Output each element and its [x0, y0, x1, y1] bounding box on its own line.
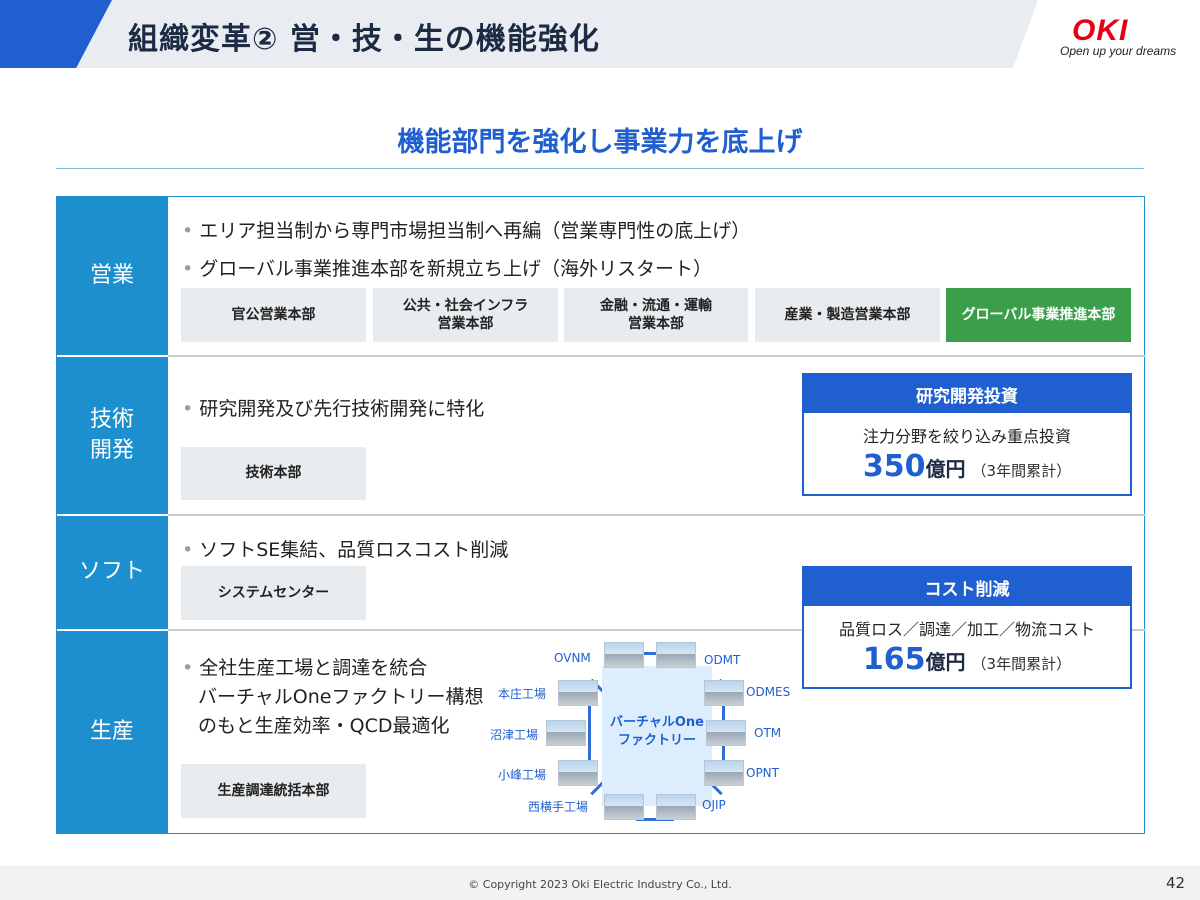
site-label: 沼津工場 [490, 728, 539, 742]
rnd-amount-value: 350 [862, 449, 926, 484]
sales-bullet: • エリア担当制から専門市場担当制へ再編（営業専門性の底上げ） [182, 220, 751, 242]
row-label-soft: ソフト [56, 516, 168, 629]
dept-system-center: システムセンター [181, 566, 366, 620]
cost-amount-note: （3年間累計） [971, 655, 1072, 673]
subtitle-divider [56, 168, 1144, 169]
slide-subtitle: 機能部門を強化し事業力を底上げ [397, 127, 803, 158]
page-title: 組織変革② 営・技・生の機能強化 [128, 22, 600, 57]
factory-photo [706, 720, 746, 746]
factory-photo [558, 760, 598, 786]
sales-bullet: • グローバル事業推進本部を新規立ち上げ（海外リスタート） [182, 258, 713, 280]
dept-technology: 技術本部 [181, 447, 366, 500]
virtual-factory-label: バーチャルOne ファクトリー [610, 715, 704, 748]
factory-photo [656, 794, 696, 820]
row-label-sales: 営業 [56, 197, 168, 355]
factory-photo [704, 760, 744, 786]
rnd-amount-note: （3年間累計） [971, 462, 1072, 480]
dept-production-procurement: 生産調達統括本部 [181, 764, 366, 818]
production-bullet: • 全社生産工場と調達を統合 バーチャルOneファクトリー構想 のもと生産効率・Q… [182, 657, 484, 737]
site-label: ODMT [704, 653, 741, 667]
row-label-production: 生産 [56, 631, 168, 833]
dept-government-sales: 官公営業本部 [181, 288, 366, 342]
rnd-bullet: • 研究開発及び先行技術開発に特化 [182, 398, 485, 420]
copyright-text: © Copyright 2023 Oki Electric Industry C… [468, 878, 732, 891]
site-label: ODMES [746, 685, 791, 699]
row-divider [168, 355, 1145, 357]
virtual-one-factory-diagram: バーチャルOne ファクトリー OVNM ODMT 本庄工場 ODMES 沼津工… [486, 640, 806, 830]
factory-photo [558, 680, 598, 706]
site-label: 小峰工場 [498, 768, 547, 782]
row-label-rnd: 技術 開発 [56, 357, 168, 514]
cost-reduction-desc: 品質ロス／調達／加工／物流コスト [838, 620, 1095, 639]
factory-photo [704, 680, 744, 706]
cost-amount-unit: 億円 [925, 650, 966, 674]
oki-logo: OKI Open up your dreams [1060, 14, 1180, 62]
factory-photo [604, 642, 644, 668]
logo-tagline: Open up your dreams [1060, 44, 1177, 58]
soft-bullet: • ソフトSE集結、品質ロスコスト削減 [182, 539, 509, 561]
rnd-investment-desc: 注力分野を絞り込み重点投資 [862, 427, 1071, 446]
rnd-investment-title: 研究開発投資 [804, 375, 1130, 413]
rnd-amount-unit: 億円 [925, 457, 966, 481]
site-label: OVNM [554, 651, 591, 665]
cost-reduction-title: コスト削減 [804, 568, 1130, 606]
cost-reduction-amount: 165億円 （3年間累計） [804, 642, 1130, 677]
ring-edge [588, 706, 591, 766]
logo-wordmark: OKI [1072, 14, 1129, 47]
row-divider [168, 514, 1145, 516]
site-label: 西横手工場 [528, 800, 589, 814]
page-number: 42 [1166, 874, 1186, 892]
site-label: OTM [754, 726, 782, 740]
factory-photo [546, 720, 586, 746]
dept-finance-logistics-sales: 金融・流通・運輸 営業本部 [564, 288, 748, 342]
rnd-investment-box: 研究開発投資 注力分野を絞り込み重点投資 350億円 （3年間累計） [802, 373, 1132, 496]
factory-photo [604, 794, 644, 820]
site-label: 本庄工場 [498, 687, 547, 701]
site-label: OJIP [702, 798, 726, 812]
dept-industry-sales: 産業・製造営業本部 [755, 288, 940, 342]
cost-amount-value: 165 [862, 642, 926, 677]
dept-public-infra-sales: 公共・社会インフラ 営業本部 [373, 288, 558, 342]
rnd-investment-amount: 350億円 （3年間累計） [804, 449, 1130, 484]
site-label: OPNT [746, 766, 779, 780]
dept-global-business: グローバル事業推進本部 [946, 288, 1131, 342]
factory-photo [656, 642, 696, 668]
cost-reduction-box: コスト削減 品質ロス／調達／加工／物流コスト 165億円 （3年間累計） [802, 566, 1132, 689]
